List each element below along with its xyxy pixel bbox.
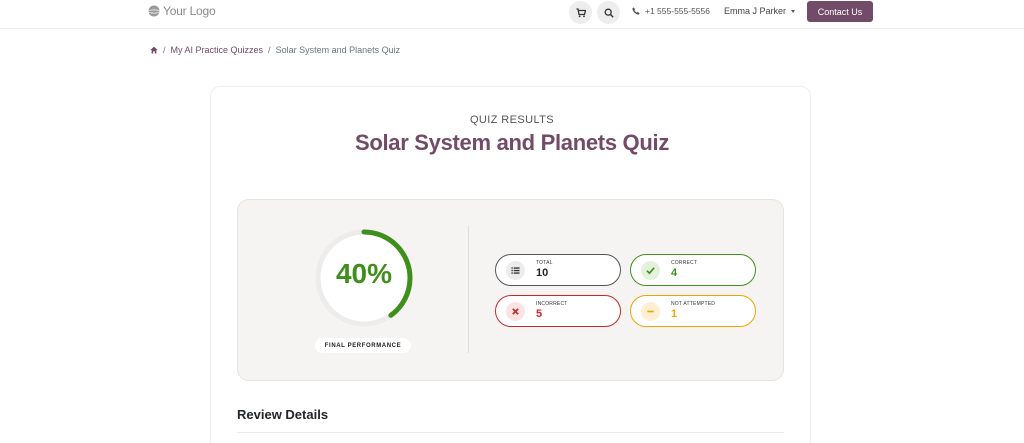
chevron-down-icon xyxy=(791,9,796,13)
phone-number: +1 555-555-5556 xyxy=(645,6,710,16)
stat-correct-icon-wrap xyxy=(641,260,660,280)
breadcrumb-current: Solar System and Planets Quiz xyxy=(275,45,401,55)
search-icon xyxy=(604,8,614,18)
user-menu[interactable]: Emma J Parker xyxy=(724,6,796,16)
stat-correct-value: 4 xyxy=(671,267,678,279)
stat-not-attempted: NOT ATTEMPTED 1 xyxy=(630,295,756,327)
x-icon xyxy=(512,307,519,315)
breadcrumb-separator: / xyxy=(163,45,166,55)
stat-incorrect-label: INCORRECT xyxy=(536,301,568,307)
stat-correct-label: CORRECT xyxy=(671,260,698,266)
quiz-title: Solar System and Planets Quiz xyxy=(354,130,670,155)
final-performance-label: FINAL PERFORMANCE xyxy=(315,338,411,353)
stat-correct: CORRECT 4 xyxy=(630,254,756,286)
stat-incorrect-value: 5 xyxy=(536,308,543,320)
top-navbar: Your Logo +1 555-555-5556 Emma J Parker … xyxy=(0,0,1024,29)
search-button[interactable] xyxy=(597,1,620,24)
logo[interactable]: Your Logo xyxy=(148,4,216,18)
review-divider xyxy=(237,432,784,433)
quiz-results-eyebrow: QUIZ RESULTS xyxy=(469,114,555,126)
score-percent: 40% xyxy=(335,258,393,289)
minus-icon xyxy=(647,310,654,312)
phone-link[interactable]: +1 555-555-5556 xyxy=(632,6,710,16)
logo-text: Your Logo xyxy=(163,4,216,18)
stat-incorrect-icon-wrap xyxy=(506,301,525,321)
cart-icon xyxy=(576,7,586,17)
check-icon xyxy=(646,266,655,274)
phone-icon xyxy=(632,7,640,15)
logo-icon xyxy=(148,5,160,17)
stat-total-value: 10 xyxy=(536,267,549,279)
panel-divider xyxy=(468,226,469,353)
review-details-heading: Review Details xyxy=(237,407,329,422)
home-icon[interactable] xyxy=(150,46,158,54)
stat-total: TOTAL 10 xyxy=(495,254,621,286)
stat-not-attempted-value: 1 xyxy=(671,308,678,320)
cart-button[interactable] xyxy=(569,1,592,24)
breadcrumb-separator: / xyxy=(268,45,271,55)
breadcrumb: / My AI Practice Quizzes / Solar System … xyxy=(150,45,400,55)
stat-incorrect: INCORRECT 5 xyxy=(495,295,621,327)
stat-not-attempted-icon-wrap xyxy=(641,301,660,321)
contact-us-button[interactable]: Contact Us xyxy=(807,1,873,22)
stat-total-icon-wrap xyxy=(506,260,525,280)
stat-not-attempted-label: NOT ATTEMPTED xyxy=(671,301,716,307)
stat-total-label: TOTAL xyxy=(536,260,553,266)
list-icon xyxy=(511,266,520,274)
user-name: Emma J Parker xyxy=(724,6,787,16)
breadcrumb-link-quizzes[interactable]: My AI Practice Quizzes xyxy=(171,45,264,55)
